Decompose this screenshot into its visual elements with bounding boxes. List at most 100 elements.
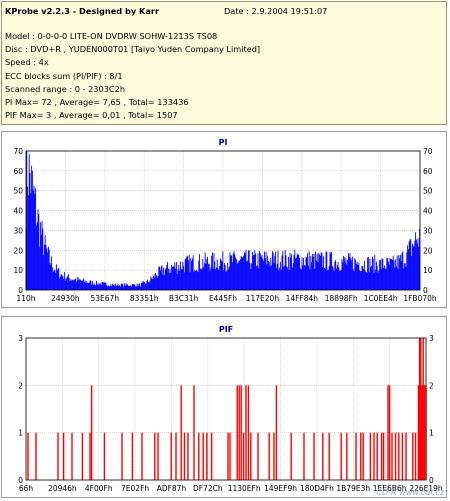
pif-bar — [421, 385, 423, 480]
x-tick-label: 4F00Fh — [85, 484, 113, 493]
y-tick-label-right: 2 — [429, 381, 434, 390]
pif-bar — [376, 432, 378, 480]
plot-area — [26, 338, 426, 480]
y-tick-label-left: 60 — [13, 167, 23, 176]
x-tick-label: B3C31h — [169, 294, 199, 303]
pif-bar — [210, 432, 213, 480]
y-tick-label-right: 1 — [429, 429, 434, 438]
pif-bar — [373, 432, 375, 480]
x-tick-label: 1B79E3h — [336, 484, 370, 493]
y-tick-label-left: 40 — [13, 207, 23, 216]
x-tick-label: 83351h — [130, 294, 159, 303]
pif-bar — [290, 432, 292, 480]
pif-bar — [414, 432, 417, 480]
pif-bar — [141, 432, 143, 480]
pif-bar — [27, 432, 29, 480]
pif-bar — [206, 432, 208, 480]
pif-bar — [121, 432, 123, 480]
y-tick-label-left: 2 — [18, 381, 23, 390]
pif-bar — [340, 432, 342, 480]
y-tick-label-right: 20 — [423, 246, 433, 255]
pif-bar — [422, 338, 424, 480]
pif-bar — [247, 385, 250, 480]
x-tick-label: 14FF84h — [286, 294, 319, 303]
pif-bar — [89, 432, 91, 480]
pif-bar — [328, 432, 330, 480]
pif-bar — [382, 432, 385, 480]
x-tick-label: 53E67h — [91, 294, 120, 303]
x-tick-label: 180D4Fh — [300, 484, 334, 493]
app-title: KProbe v2.2.3 - Designed by Karr — [5, 6, 159, 16]
y-tick-label-right: 50 — [423, 187, 433, 196]
pif-bar — [35, 432, 37, 480]
pif-bar — [257, 432, 259, 480]
pif-bar — [242, 432, 245, 480]
y-tick-label-left: 20 — [13, 246, 23, 255]
pif-bar — [175, 432, 177, 480]
pif-bar — [245, 385, 247, 480]
x-tick-label: DF72Ch — [193, 484, 223, 493]
y-tick-label-right: 70 — [423, 147, 433, 156]
y-tick-label-left: 30 — [13, 226, 23, 235]
y-tick-label-right: 10 — [423, 266, 433, 275]
drive-model: Model : 0-0-0-0 LITE-ON DVDRW SOHW-1213S… — [5, 31, 218, 41]
pif-bar — [187, 432, 189, 480]
y-tick-label-left: 50 — [13, 187, 23, 196]
pif-bar — [154, 432, 156, 480]
pif-bar — [273, 432, 275, 480]
pif-bar — [388, 385, 391, 480]
scan-speed: Speed : 4x — [5, 57, 49, 67]
x-tick-label: 24930h — [51, 294, 80, 303]
pif-bar — [346, 432, 348, 480]
pi-chart-panel: PI 0 0 10 10 20 20 30 30 40 40 50 50 60 60 70 70 110h 2493… — [1, 131, 447, 308]
x-tick-label: 1C0EE4h — [364, 294, 398, 303]
ecc-blocks: ECC blocks sum (PI/PIF) : 8/1 — [5, 71, 123, 81]
y-tick-label-right: 30 — [423, 226, 433, 235]
x-tick-label: ADF87h — [157, 484, 187, 493]
pif-bar — [236, 385, 238, 480]
pif-bar — [394, 432, 397, 480]
pif-bar — [355, 432, 357, 480]
pif-bar — [227, 432, 229, 480]
pif-bar — [180, 385, 182, 480]
pif-bar — [157, 432, 159, 480]
pif-bar — [423, 385, 426, 480]
pif-bar — [303, 432, 305, 480]
pif-bar — [275, 385, 278, 480]
pif-bar — [81, 432, 84, 480]
pif-bar — [401, 432, 404, 480]
x-tick-label: 18898Fh — [325, 294, 358, 303]
pif-bar — [131, 432, 134, 480]
x-tick-label: 1130EFh — [228, 484, 261, 493]
pif-bar — [198, 432, 200, 480]
pif-bar — [268, 432, 270, 480]
y-tick-label-left: 3 — [18, 334, 23, 343]
pif-chart: PIF0 01 12 23 366h 20946h 4F00Fh 7E02Fh ADF87h DF… — [18, 325, 443, 493]
pif-bar — [313, 432, 315, 480]
pif-bar — [57, 432, 59, 480]
pif-bar — [398, 432, 400, 480]
pif-bar — [412, 432, 414, 480]
pif-bar — [250, 432, 252, 480]
pif-bar — [62, 432, 65, 480]
disc-info: Disc : DVD+R , YUDEN000T01 [Taiyo Yuden … — [5, 44, 261, 54]
pif-bar — [405, 432, 407, 480]
pi-chart: PI0 010 1020 2030 3040 4050 5060 6070 70110h 2493… — [13, 138, 437, 303]
pif-bar — [229, 432, 231, 480]
x-tick-label: 20946h — [48, 484, 77, 493]
x-tick-label: 66h — [19, 484, 34, 493]
pif-bar — [387, 385, 389, 480]
scanned-range: Scanned range : 0 - 2303C2h — [5, 84, 126, 94]
y-tick-label-left: 70 — [13, 147, 23, 156]
y-tick-label-right: 60 — [423, 167, 433, 176]
pif-bar — [362, 432, 364, 480]
x-tick-label: E445Fh — [209, 294, 237, 303]
x-tick-label: 1FB070h — [403, 294, 437, 303]
y-tick-label-right: 40 — [423, 207, 433, 216]
x-tick-label: 117E20h — [246, 294, 280, 303]
pif-bar — [170, 432, 172, 480]
pif-bar — [193, 385, 195, 480]
pif-bar — [90, 385, 93, 480]
y-tick-label-left: 1 — [18, 429, 23, 438]
scan-info-panel: KProbe v2.2.3 - Designed by Karr Date : … — [1, 1, 447, 125]
